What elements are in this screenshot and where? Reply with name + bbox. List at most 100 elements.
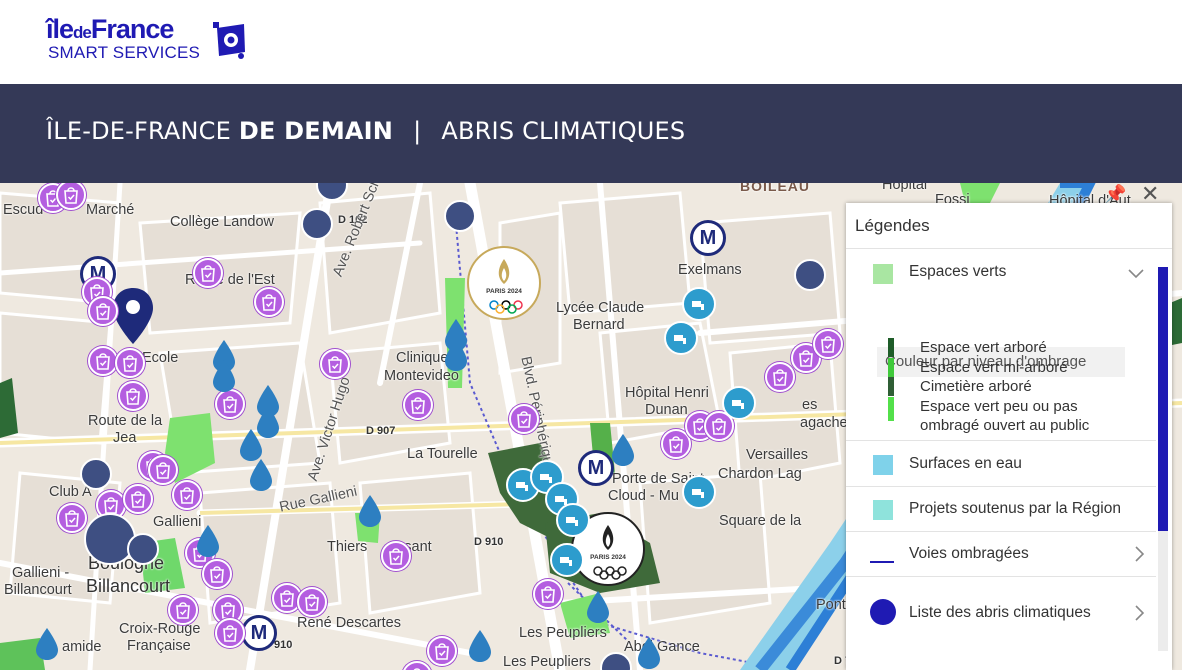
scrollbar-thumb[interactable] bbox=[1158, 267, 1168, 531]
pin-icon[interactable]: 📌 bbox=[1104, 184, 1126, 205]
fountain-icon[interactable] bbox=[722, 386, 756, 420]
shelter-bag-icon[interactable] bbox=[765, 362, 795, 392]
museum-icon[interactable] bbox=[444, 200, 476, 232]
legend-subitem: Espace vert mi-arboré bbox=[886, 357, 1089, 378]
legend-item-label: Voies ombragées bbox=[909, 545, 1029, 562]
bag-glyph-icon bbox=[305, 594, 319, 611]
fountain-icon[interactable] bbox=[682, 475, 716, 509]
water-drop-icon[interactable] bbox=[211, 359, 237, 393]
water-drop-icon[interactable] bbox=[357, 494, 383, 528]
legend-item-label: Espaces verts bbox=[909, 263, 1007, 280]
shelter-bag-icon[interactable] bbox=[57, 503, 87, 533]
water-drop-icon[interactable] bbox=[443, 338, 469, 372]
map-label: Exelmans bbox=[678, 262, 742, 278]
shelter-bag-icon[interactable] bbox=[381, 541, 411, 571]
map-label: La Tourelle bbox=[407, 446, 478, 462]
bag-glyph-icon bbox=[328, 356, 342, 373]
shelter-bag-icon[interactable] bbox=[172, 480, 202, 510]
water-drop-icon[interactable] bbox=[238, 428, 264, 462]
shelter-bag-icon[interactable] bbox=[254, 287, 284, 317]
shelter-bag-icon[interactable] bbox=[215, 389, 245, 419]
legend-item-voies-ombragees[interactable]: Voies ombragées bbox=[846, 532, 1156, 577]
bag-glyph-icon bbox=[104, 497, 118, 514]
bag-glyph-icon bbox=[96, 353, 110, 370]
location-pin-icon[interactable] bbox=[110, 286, 156, 348]
water-drop-icon[interactable] bbox=[585, 590, 611, 624]
shelter-bag-icon[interactable] bbox=[215, 618, 245, 648]
water-drop-icon[interactable] bbox=[195, 524, 221, 558]
bag-glyph-icon bbox=[435, 643, 449, 660]
metro-station-icon[interactable]: M bbox=[690, 220, 726, 256]
title-band: ÎLE-DE-FRANCE DE DEMAIN | ABRIS CLIMATIQUE… bbox=[0, 84, 1182, 183]
fountain-icon[interactable] bbox=[550, 543, 584, 577]
legend-scrollbar[interactable] bbox=[1158, 267, 1168, 651]
bag-glyph-icon bbox=[156, 462, 170, 479]
map-label: René Descartes bbox=[297, 615, 401, 631]
shelter-bag-icon[interactable] bbox=[813, 329, 843, 359]
bag-glyph-icon bbox=[221, 602, 235, 619]
chevron-right-icon[interactable] bbox=[1134, 545, 1146, 563]
climate-shelter-dot-icon bbox=[870, 599, 896, 625]
museum-icon[interactable] bbox=[301, 208, 333, 240]
shelter-bag-icon[interactable] bbox=[297, 587, 327, 617]
legend-item-surfaces-en-eau[interactable]: Surfaces en eau bbox=[846, 441, 1156, 487]
bag-glyph-icon bbox=[96, 303, 110, 320]
water-drop-icon[interactable] bbox=[34, 627, 60, 661]
fountain-icon[interactable] bbox=[664, 321, 698, 355]
shelter-bag-icon[interactable] bbox=[118, 381, 148, 411]
shelter-bag-icon[interactable] bbox=[509, 404, 539, 434]
water-drop-icon[interactable] bbox=[248, 458, 274, 492]
map-label: Ecole bbox=[142, 350, 179, 366]
bag-glyph-icon bbox=[131, 491, 145, 508]
water-drop-icon[interactable] bbox=[467, 629, 493, 663]
olympic-rings-icon bbox=[593, 566, 627, 580]
legend-header: Légendes bbox=[846, 203, 1172, 249]
bag-glyph-icon bbox=[517, 411, 531, 428]
bag-glyph-icon bbox=[712, 418, 726, 435]
bag-glyph-icon bbox=[210, 566, 224, 583]
map-label: Les Peupliers bbox=[503, 654, 591, 670]
chevron-down-icon[interactable] bbox=[1127, 268, 1145, 280]
shelter-bag-icon[interactable] bbox=[123, 484, 153, 514]
shelter-bag-icon[interactable] bbox=[168, 595, 198, 625]
chevron-right-icon[interactable] bbox=[1134, 604, 1146, 622]
shelter-bag-icon[interactable] bbox=[202, 559, 232, 589]
bag-glyph-icon bbox=[669, 436, 683, 453]
shelter-bag-icon[interactable] bbox=[193, 258, 223, 288]
metro-station-icon[interactable]: M bbox=[578, 450, 614, 486]
shelter-bag-icon[interactable] bbox=[427, 636, 457, 666]
legend-subitem: Cimetière arboré bbox=[886, 377, 1089, 397]
sports-hall-icon[interactable] bbox=[84, 513, 136, 565]
shelter-bag-icon[interactable] bbox=[148, 455, 178, 485]
logo-subtitle: SMART SERVICES bbox=[48, 43, 201, 62]
fountain-icon[interactable] bbox=[682, 287, 716, 321]
bag-glyph-icon bbox=[64, 187, 78, 204]
fountain-icon[interactable] bbox=[556, 503, 590, 537]
legend-item-abris-climatiques[interactable]: Liste des abris climatiques bbox=[846, 577, 1156, 649]
legend-item-espaces-verts[interactable]: Espaces verts Couleur par niveau d'ombra… bbox=[846, 249, 1156, 441]
church-icon[interactable] bbox=[127, 533, 159, 565]
map-label: Hôpital bbox=[882, 183, 928, 193]
map-label: amide bbox=[62, 639, 102, 655]
shelter-bag-icon[interactable] bbox=[115, 348, 145, 378]
map-label: Hôpital Henri bbox=[625, 385, 709, 401]
map-label: D 910 bbox=[474, 536, 504, 548]
shelter-bag-icon[interactable] bbox=[533, 579, 563, 609]
metro-station-icon[interactable]: M bbox=[241, 615, 277, 651]
shelter-bag-icon[interactable] bbox=[403, 390, 433, 420]
playground-icon[interactable] bbox=[794, 259, 826, 291]
legend-item-projets-region[interactable]: Projets soutenus par la Région bbox=[846, 487, 1156, 532]
map-label: Billancourt bbox=[4, 582, 72, 598]
legend-item-label: Liste des abris climatiques bbox=[909, 604, 1091, 621]
water-drop-icon[interactable] bbox=[610, 433, 636, 467]
iledefrance-logo[interactable]: îledeFrance SMART SERVICES bbox=[46, 14, 256, 66]
shelter-bag-icon[interactable] bbox=[88, 296, 118, 326]
water-drop-icon[interactable] bbox=[636, 636, 662, 670]
shelter-bag-icon[interactable] bbox=[88, 346, 118, 376]
legend-subitem: Espace vert arboré bbox=[886, 338, 1089, 358]
olympic-venue-icon[interactable]: PARIS 2024 bbox=[467, 246, 541, 320]
legend-swatch bbox=[873, 455, 893, 475]
cinema-icon[interactable] bbox=[80, 458, 112, 490]
shelter-bag-icon[interactable] bbox=[320, 349, 350, 379]
map-label: Cloud - Mu bbox=[608, 488, 679, 504]
